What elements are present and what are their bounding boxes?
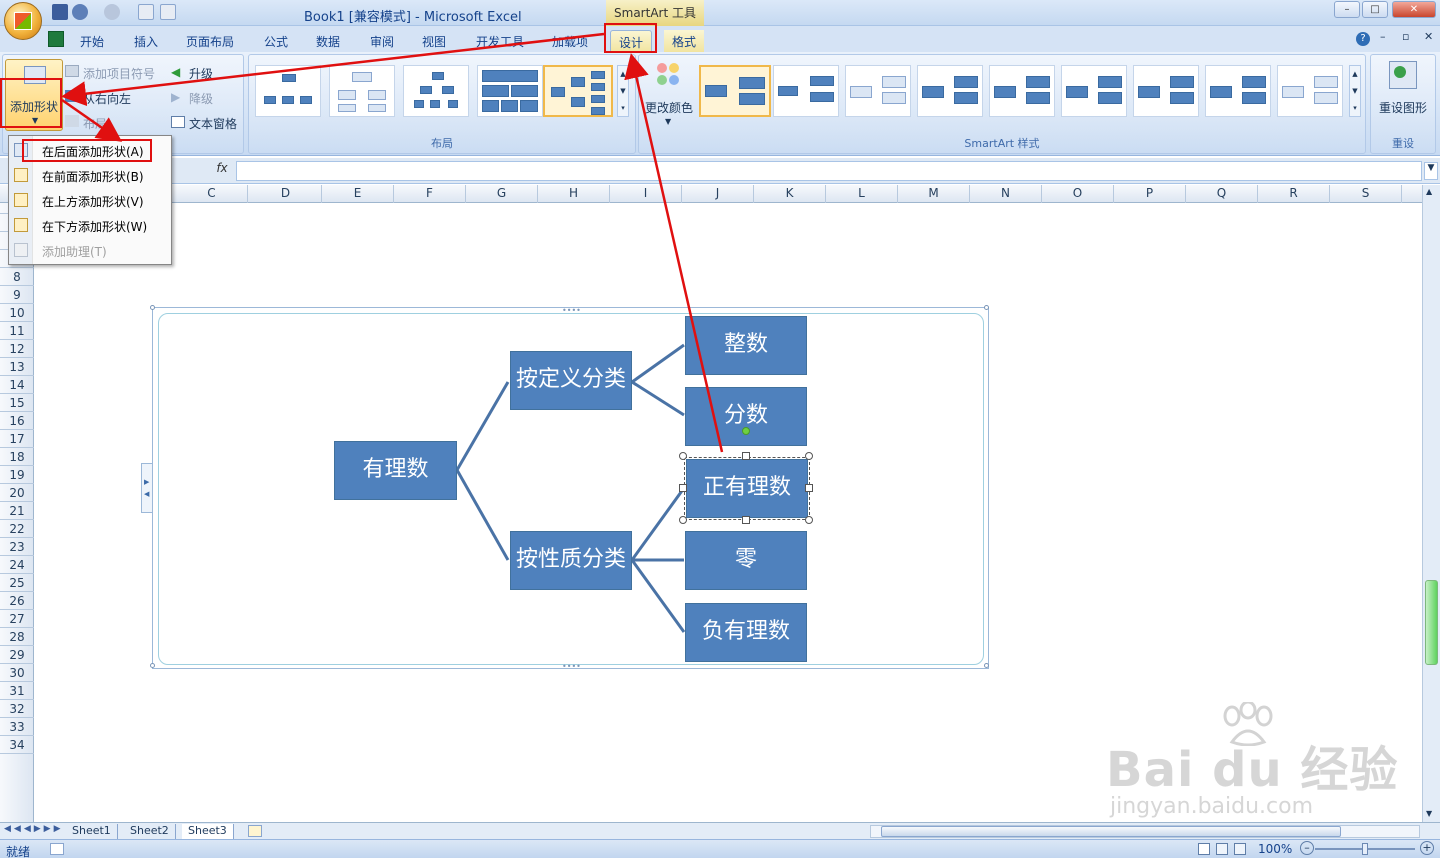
selection-handle[interactable] — [805, 516, 813, 524]
page-break-view-icon[interactable] — [1234, 843, 1246, 855]
insert-sheet-icon[interactable] — [248, 825, 262, 837]
menu-item-add-before[interactable]: 在前面添加形状(B) — [9, 163, 171, 188]
menu-item-add-below[interactable]: 在下方添加形状(W) — [9, 213, 171, 238]
smartart-node-zero[interactable]: 零 — [685, 531, 807, 590]
selection-handle[interactable] — [805, 452, 813, 460]
smartart-node-integer[interactable]: 整数 — [685, 316, 807, 375]
smartart-node-fraction[interactable]: 分数 — [685, 387, 807, 446]
selection-handle[interactable] — [679, 452, 687, 460]
smartart-node-negative-rational[interactable]: 负有理数 — [685, 603, 807, 662]
menu-item-label: 添加助理(T) — [42, 245, 107, 259]
menu-item-label: 在上方添加形状(V) — [42, 195, 144, 209]
smartart-node-by-property[interactable]: 按性质分类 — [510, 531, 632, 590]
watermark-main: Bai du 经验 — [1106, 742, 1399, 798]
page-layout-view-icon[interactable] — [1216, 843, 1228, 855]
sheet-tab-3[interactable]: Sheet3 — [182, 824, 234, 839]
zoom-level[interactable]: 100% — [1258, 842, 1292, 856]
menu-item-add-assistant: 添加助理(T) — [9, 238, 171, 263]
menu-item-add-after[interactable]: 在后面添加形状(A) — [9, 138, 171, 163]
menu-item-label: 在后面添加形状(A) — [42, 145, 144, 159]
menu-item-label: 在下方添加形状(W) — [42, 220, 148, 234]
add-above-icon — [14, 193, 28, 207]
office-logo-icon — [14, 12, 32, 30]
smartart-node-positive-rational[interactable]: 正有理数 — [684, 457, 810, 520]
sheet-nav-icons[interactable]: ◀◀◀▶▶▶ — [4, 824, 64, 834]
add-assistant-icon — [14, 243, 28, 257]
zoom-in-icon[interactable]: + — [1420, 841, 1434, 855]
menu-item-label: 在前面添加形状(B) — [42, 170, 144, 184]
office-button[interactable] — [4, 2, 42, 40]
sheet-tab-2[interactable]: Sheet2 — [124, 824, 176, 839]
smartart-node-root[interactable]: 有理数 — [334, 441, 457, 500]
status-bar: 就绪 100% – + — [0, 839, 1440, 859]
selection-handle[interactable] — [805, 484, 813, 492]
zoom-out-icon[interactable]: – — [1300, 841, 1314, 855]
sheet-tab-1[interactable]: Sheet1 — [66, 824, 118, 839]
status-ready: 就绪 — [6, 845, 31, 859]
selection-handle[interactable] — [679, 484, 687, 492]
rotate-handle[interactable] — [742, 427, 750, 435]
smartart-node-by-definition[interactable]: 按定义分类 — [510, 351, 632, 410]
macro-record-icon[interactable] — [50, 843, 64, 855]
zoom-slider-knob[interactable] — [1362, 843, 1368, 855]
baidu-jingyan-watermark: Bai du 经验 jingyan.baidu.com — [1100, 700, 1400, 830]
watermark-sub: jingyan.baidu.com — [1110, 794, 1314, 819]
selection-handle[interactable] — [679, 516, 687, 524]
add-after-icon — [14, 143, 28, 157]
selection-handle[interactable] — [742, 452, 750, 460]
normal-view-icon[interactable] — [1198, 843, 1210, 855]
add-shape-menu: 在后面添加形状(A) 在前面添加形状(B) 在上方添加形状(V) 在下方添加形状… — [8, 135, 172, 265]
add-below-icon — [14, 218, 28, 232]
add-before-icon — [14, 168, 28, 182]
selection-handle[interactable] — [742, 516, 750, 524]
menu-item-add-above[interactable]: 在上方添加形状(V) — [9, 188, 171, 213]
